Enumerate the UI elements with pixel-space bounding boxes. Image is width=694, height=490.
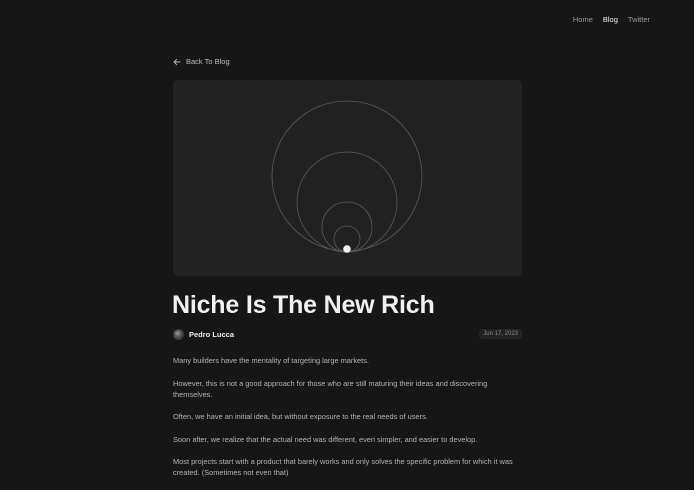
concentric-circles-illustration <box>271 100 423 253</box>
post-body: Many builders have the mentality of targ… <box>173 355 525 490</box>
paragraph: However, this is not a good approach for… <box>173 378 488 399</box>
hero-image <box>173 80 522 276</box>
back-to-blog-label: Back To Blog <box>186 57 230 66</box>
author-name: Pedro Lucca <box>189 329 235 339</box>
dot <box>343 245 351 253</box>
paragraph: Soon after, we realize that the actual n… <box>173 434 478 444</box>
avatar <box>173 328 184 340</box>
medium-circle <box>321 201 373 253</box>
top-nav: Home Blog Twitter <box>573 15 650 24</box>
post-title: Niche Is The New Rich <box>172 291 435 319</box>
nav-home-link[interactable]: Home <box>573 15 593 24</box>
arrow-left-icon <box>173 58 181 66</box>
outer-circle <box>271 100 423 252</box>
nav-blog-link[interactable]: Blog <box>603 15 618 24</box>
blog-post-page: Home Blog Twitter Back To Blog Niche Is … <box>0 0 694 490</box>
post-meta: Pedro Lucca Jun 17, 2023 <box>173 327 522 341</box>
author: Pedro Lucca <box>173 328 235 340</box>
paragraph: Many builders have the mentality of targ… <box>173 356 369 365</box>
paragraph: Often, we have an initial idea, but with… <box>173 412 428 421</box>
nav-twitter-link[interactable]: Twitter <box>628 15 650 24</box>
paragraph: Most projects start with a product that … <box>173 457 513 477</box>
post-date-badge: Jun 17, 2023 <box>479 329 522 339</box>
back-to-blog-link[interactable]: Back To Blog <box>173 57 230 66</box>
